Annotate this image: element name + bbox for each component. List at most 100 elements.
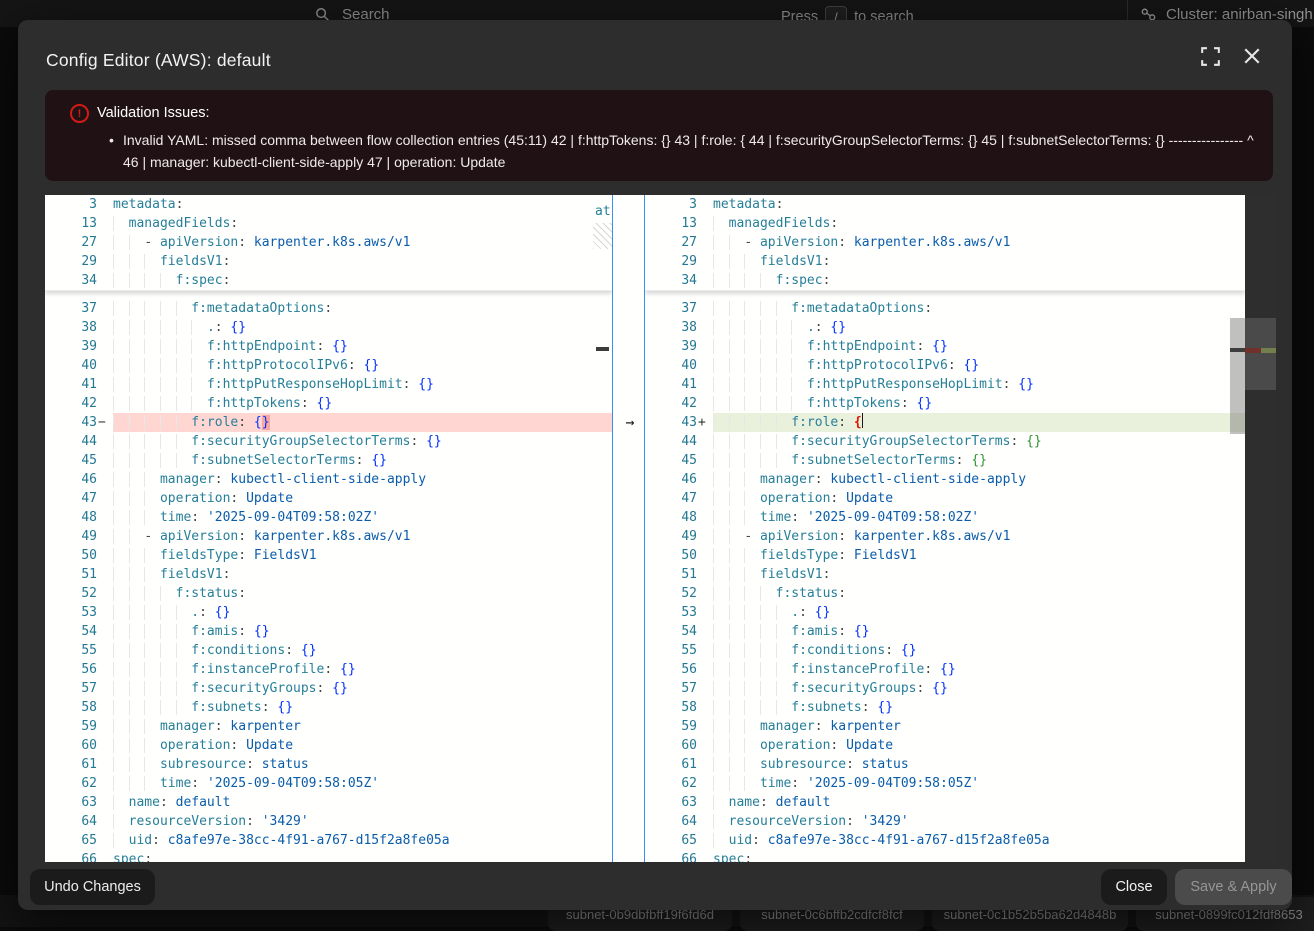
code-line[interactable]: 61 subresource: status (45, 755, 612, 774)
close-button[interactable]: Close (1101, 869, 1167, 905)
code-line[interactable]: 40 f:httpProtocolIPv6: {} (645, 356, 1245, 375)
line-number: 45 (45, 451, 97, 470)
minimap[interactable] (1245, 195, 1276, 862)
diff-sign (697, 451, 713, 470)
code-line[interactable]: 40 f:httpProtocolIPv6: {} (45, 356, 612, 375)
code-line[interactable]: 34 f:spec: (45, 271, 612, 290)
code-line[interactable]: 56 f:instanceProfile: {} (45, 660, 612, 679)
modified-editor-pane[interactable]: 37 f:metadataOptions:38 .: {}39 f:httpEn… (645, 195, 1245, 862)
code-line[interactable]: 45 f:subnetSelectorTerms: {} (645, 451, 1245, 470)
code-line[interactable]: 50 fieldsType: FieldsV1 (645, 546, 1245, 565)
code-line[interactable]: 13 managedFields: (45, 214, 612, 233)
code-line[interactable]: 37 f:metadataOptions: (45, 299, 612, 318)
code-text: f:spec: (713, 271, 1245, 290)
code-line[interactable]: 61 subresource: status (645, 755, 1245, 774)
diff-sign (97, 318, 113, 337)
code-line[interactable]: 43− f:role: {} (45, 413, 612, 432)
code-line[interactable]: 51 fieldsV1: (645, 565, 1245, 584)
code-line[interactable]: 29 fieldsV1: (45, 252, 612, 271)
code-line[interactable]: 34 f:spec: (645, 271, 1245, 290)
code-line[interactable]: 56 f:instanceProfile: {} (645, 660, 1245, 679)
code-line[interactable]: 59 manager: karpenter (45, 717, 612, 736)
code-line[interactable]: 27 - apiVersion: karpenter.k8s.aws/v1 (645, 233, 1245, 252)
code-line[interactable]: 53 .: {} (45, 603, 612, 622)
code-line[interactable]: 37 f:metadataOptions: (645, 299, 1245, 318)
code-text: manager: kubectl-client-side-apply (113, 470, 612, 489)
vertical-scrollbar[interactable] (1230, 195, 1245, 862)
code-line[interactable]: 60 operation: Update (45, 736, 612, 755)
code-line[interactable]: 41 f:httpPutResponseHopLimit: {} (45, 375, 612, 394)
diff-sign (697, 584, 713, 603)
code-line[interactable]: 60 operation: Update (645, 736, 1245, 755)
code-line[interactable]: 64 resourceVersion: '3429' (45, 812, 612, 831)
scrollbar-slider[interactable] (1230, 318, 1245, 434)
code-line[interactable]: 46 manager: kubectl-client-side-apply (645, 470, 1245, 489)
code-line[interactable]: 41 f:httpPutResponseHopLimit: {} (645, 375, 1245, 394)
code-line[interactable]: 49 - apiVersion: karpenter.k8s.aws/v1 (645, 527, 1245, 546)
code-line[interactable]: 49 - apiVersion: karpenter.k8s.aws/v1 (45, 527, 612, 546)
diff-sign (697, 432, 713, 451)
code-text: uid: c8afe97e-38cc-4f91-a767-d15f2a8fe05… (113, 831, 612, 850)
line-number: 64 (45, 812, 97, 831)
code-line[interactable]: 66spec: (45, 850, 612, 862)
diff-sign (697, 812, 713, 831)
code-line[interactable]: 59 manager: karpenter (645, 717, 1245, 736)
minimap-add-marker (1261, 348, 1276, 353)
code-line[interactable]: 57 f:securityGroups: {} (645, 679, 1245, 698)
code-line[interactable]: 3metadata: (45, 195, 612, 214)
code-line[interactable]: 65 uid: c8afe97e-38cc-4f91-a767-d15f2a8f… (645, 831, 1245, 850)
code-line[interactable]: 53 .: {} (645, 603, 1245, 622)
code-line[interactable]: 63 name: default (45, 793, 612, 812)
sticky-scroll-header[interactable]: 3metadata:13 managedFields:27 - apiVersi… (645, 195, 1245, 291)
code-line[interactable]: 57 f:securityGroups: {} (45, 679, 612, 698)
code-line[interactable]: 39 f:httpEndpoint: {} (45, 337, 612, 356)
code-line[interactable]: 39 f:httpEndpoint: {} (645, 337, 1245, 356)
code-line[interactable]: 42 f:httpTokens: {} (45, 394, 612, 413)
line-number: 41 (645, 375, 697, 394)
original-editor-pane[interactable]: 37 f:metadataOptions:38 .: {}39 f:httpEn… (45, 195, 612, 862)
code-line[interactable]: 29 fieldsV1: (645, 252, 1245, 271)
fullscreen-button[interactable] (1196, 42, 1224, 70)
code-line[interactable]: 45 f:subnetSelectorTerms: {} (45, 451, 612, 470)
code-line[interactable]: 3metadata: (645, 195, 1245, 214)
code-line[interactable]: 66spec: (645, 850, 1245, 862)
code-line[interactable]: 63 name: default (645, 793, 1245, 812)
code-line[interactable]: 52 f:status: (645, 584, 1245, 603)
code-line[interactable]: 51 fieldsV1: (45, 565, 612, 584)
undo-changes-button[interactable]: Undo Changes (30, 869, 155, 905)
code-line[interactable]: 48 time: '2025-09-04T09:58:02Z' (45, 508, 612, 527)
code-line[interactable]: 58 f:subnets: {} (645, 698, 1245, 717)
code-line[interactable]: 42 f:httpTokens: {} (645, 394, 1245, 413)
code-line[interactable]: 44 f:securityGroupSelectorTerms: {} (645, 432, 1245, 451)
diff-sign (97, 271, 113, 290)
code-text: f:httpPutResponseHopLimit: {} (713, 375, 1245, 394)
diff-editor-sash[interactable]: → (612, 195, 645, 862)
code-line[interactable]: 50 fieldsType: FieldsV1 (45, 546, 612, 565)
code-line[interactable]: 64 resourceVersion: '3429' (645, 812, 1245, 831)
minimap-slider[interactable] (1245, 318, 1276, 390)
code-line[interactable]: 43+ f:role: { (645, 413, 1245, 432)
code-line[interactable]: 55 f:conditions: {} (645, 641, 1245, 660)
code-line[interactable]: 52 f:status: (45, 584, 612, 603)
code-line[interactable]: 54 f:amis: {} (645, 622, 1245, 641)
code-line[interactable]: 47 operation: Update (45, 489, 612, 508)
code-line[interactable]: 54 f:amis: {} (45, 622, 612, 641)
code-line[interactable]: 38 .: {} (45, 318, 612, 337)
sticky-scroll-header[interactable]: 3metadata:13 managedFields:27 - apiVersi… (45, 195, 612, 291)
code-line[interactable]: 38 .: {} (645, 318, 1245, 337)
code-line[interactable]: 58 f:subnets: {} (45, 698, 612, 717)
code-line[interactable]: 48 time: '2025-09-04T09:58:02Z' (645, 508, 1245, 527)
code-line[interactable]: 47 operation: Update (645, 489, 1245, 508)
code-line[interactable]: 44 f:securityGroupSelectorTerms: {} (45, 432, 612, 451)
code-line[interactable]: 55 f:conditions: {} (45, 641, 612, 660)
diff-revert-arrow-button[interactable]: → (620, 413, 640, 432)
code-line[interactable]: 62 time: '2025-09-04T09:58:05Z' (645, 774, 1245, 793)
code-line[interactable]: 65 uid: c8afe97e-38cc-4f91-a767-d15f2a8f… (45, 831, 612, 850)
code-line[interactable]: 46 manager: kubectl-client-side-apply (45, 470, 612, 489)
diff-sign (97, 527, 113, 546)
save-apply-button[interactable]: Save & Apply (1175, 869, 1292, 905)
code-line[interactable]: 62 time: '2025-09-04T09:58:05Z' (45, 774, 612, 793)
code-line[interactable]: 13 managedFields: (645, 214, 1245, 233)
close-dialog-button[interactable] (1238, 42, 1266, 70)
code-line[interactable]: 27 - apiVersion: karpenter.k8s.aws/v1 (45, 233, 612, 252)
